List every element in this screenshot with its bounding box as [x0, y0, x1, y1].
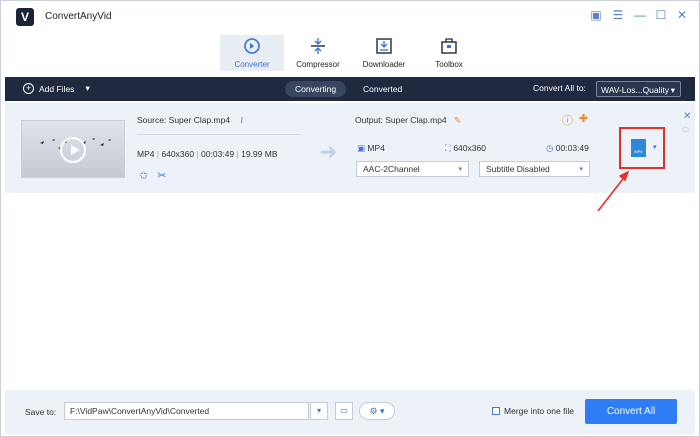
toolbar: + Add Files ▾ Converting Converted Conve… — [5, 77, 695, 101]
subtitle-select[interactable]: Subtitle Disabled ▾ — [479, 161, 590, 177]
tab-converted[interactable]: Converted — [353, 81, 412, 97]
tab-downloader-label: Downloader — [362, 60, 406, 69]
reorder-icon[interactable]: ︿ ﹀ — [682, 123, 689, 139]
remove-file-icon[interactable]: ✕ — [683, 111, 691, 122]
close-icon[interactable]: ✕ — [675, 8, 689, 22]
film-icon: ▣ — [357, 143, 366, 153]
tab-converter[interactable]: Converter — [220, 35, 284, 71]
file-row: Source: Super Clap.mp4 i MP4 | 640x360 |… — [5, 103, 695, 193]
tab-toolbox[interactable]: Toolbox — [421, 35, 477, 71]
mp4-format-label: MP4 — [634, 149, 643, 154]
clock-icon: ◷ — [546, 143, 554, 153]
separator: | — [236, 149, 239, 159]
separator: | — [156, 149, 160, 159]
divider — [137, 134, 300, 135]
title-bar: V ConvertAnyVid ▣ ☰ — ☐ ✕ — [1, 1, 699, 33]
source-filename: Source: Super Clap.mp4 — [137, 115, 231, 125]
merge-label: Merge into one file — [504, 406, 574, 416]
source-resolution: 640x360 — [161, 149, 195, 159]
add-icon: + — [23, 83, 34, 94]
video-thumbnail[interactable] — [21, 120, 125, 178]
separator: | — [196, 149, 199, 159]
output-duration: 00:03:49 — [555, 143, 589, 153]
tab-compressor[interactable]: Compressor — [290, 35, 346, 71]
source-format: MP4 — [137, 149, 155, 159]
output-add-icon[interactable]: ✚ — [579, 112, 588, 128]
arrow-right-icon: ➜ — [319, 139, 338, 164]
info-icon[interactable]: i — [240, 116, 243, 126]
output-actions: ⓘ ✚ — [562, 112, 588, 128]
convert-all-to-label: Convert All to: — [533, 83, 586, 93]
main-nav: Converter Compressor Downloader Toolbox — [1, 33, 699, 75]
save-path-field[interactable]: F:\VidPaw\ConvertAnyVid\Converted — [64, 402, 309, 420]
rename-pencil-icon[interactable]: ✎ — [454, 115, 461, 125]
audio-track-value: AAC-2Channel — [363, 164, 420, 174]
add-files-button[interactable]: + Add Files ▾ — [23, 83, 90, 94]
output-format-button-highlight[interactable]: MP4 ▾ — [619, 127, 665, 169]
cut-scissors-icon[interactable]: ✂ — [157, 169, 166, 182]
source-size: 19.99 MB — [241, 149, 278, 159]
source-line: Source: Super Clap.mp4 i — [137, 115, 243, 126]
subtitle-value: Subtitle Disabled — [486, 164, 550, 174]
open-folder-icon[interactable]: ▭ — [335, 402, 353, 420]
output-resolution-meta: ⛶ 640x360 — [445, 143, 486, 154]
maximize-icon[interactable]: ☐ — [654, 8, 668, 22]
settings-button[interactable]: ⚙ ▾ — [359, 402, 395, 420]
save-path-dropdown[interactable]: ▾ — [310, 402, 328, 420]
app-window: V ConvertAnyVid ▣ ☰ — ☐ ✕ Converter Comp… — [0, 0, 700, 437]
effects-star-icon[interactable]: ✩ — [139, 169, 148, 182]
convert-all-button[interactable]: Convert All — [585, 399, 677, 424]
tab-downloader[interactable]: Downloader — [356, 35, 412, 71]
mp4-format-icon[interactable]: MP4 — [631, 139, 646, 157]
chevron-down-icon: ▾ — [670, 85, 675, 95]
bottom-bar: Save to: F:\VidPaw\ConvertAnyVid\Convert… — [5, 390, 695, 434]
converter-icon — [244, 38, 260, 54]
chevron-down-icon: ▾ — [458, 166, 462, 173]
compressor-icon — [311, 38, 325, 54]
menu-icon[interactable]: ☰ — [611, 8, 625, 22]
add-files-label: Add Files — [39, 83, 75, 94]
chevron-down-icon: ▾ — [380, 406, 385, 416]
source-duration: 00:03:49 — [201, 149, 235, 159]
output-filename: Output: Super Clap.mp4 — [355, 115, 447, 125]
merge-option[interactable]: Merge into one file — [492, 406, 574, 416]
merge-checkbox[interactable] — [492, 407, 500, 415]
feedback-icon[interactable]: ▣ — [589, 8, 603, 22]
output-format: MP4 — [367, 143, 385, 153]
convert-all-to-select[interactable]: WAV-Los...Quality ▾ — [596, 81, 681, 97]
resize-icon: ⛶ — [445, 143, 451, 153]
tab-converting[interactable]: Converting — [285, 81, 347, 97]
output-format-meta: ▣ MP4 — [357, 143, 385, 154]
toolbox-icon — [441, 38, 457, 54]
tab-converter-label: Converter — [234, 60, 270, 69]
output-duration-meta: ◷ 00:03:49 — [546, 143, 589, 154]
minimize-icon[interactable]: — — [633, 8, 647, 22]
tab-compressor-label: Compressor — [296, 60, 340, 69]
app-logo-icon: V — [16, 8, 34, 26]
tab-toolbox-label: Toolbox — [435, 60, 463, 69]
audio-track-select[interactable]: AAC-2Channel ▾ — [356, 161, 469, 177]
downloader-icon — [376, 38, 392, 54]
edit-tools: ✩ ✂ — [139, 169, 166, 182]
save-to-label: Save to: — [25, 407, 57, 417]
convert-all-to-value: WAV-Los...Quality — [601, 85, 670, 95]
app-title: ConvertAnyVid — [45, 11, 112, 22]
chevron-down-icon: ▾ — [316, 406, 321, 415]
source-meta: MP4 | 640x360 | 00:03:49 | 19.99 MB — [137, 149, 278, 159]
gear-icon: ⚙ — [369, 406, 378, 416]
chevron-down-icon: ▾ — [579, 166, 583, 173]
output-line: Output: Super Clap.mp4 ✎ — [355, 115, 461, 126]
play-icon[interactable] — [60, 137, 86, 163]
chevron-down-icon[interactable]: ▾ — [653, 143, 657, 151]
add-files-dropdown-icon[interactable]: ▾ — [85, 83, 89, 94]
output-resolution: 640x360 — [453, 143, 486, 153]
output-info-icon[interactable]: ⓘ — [562, 112, 573, 128]
